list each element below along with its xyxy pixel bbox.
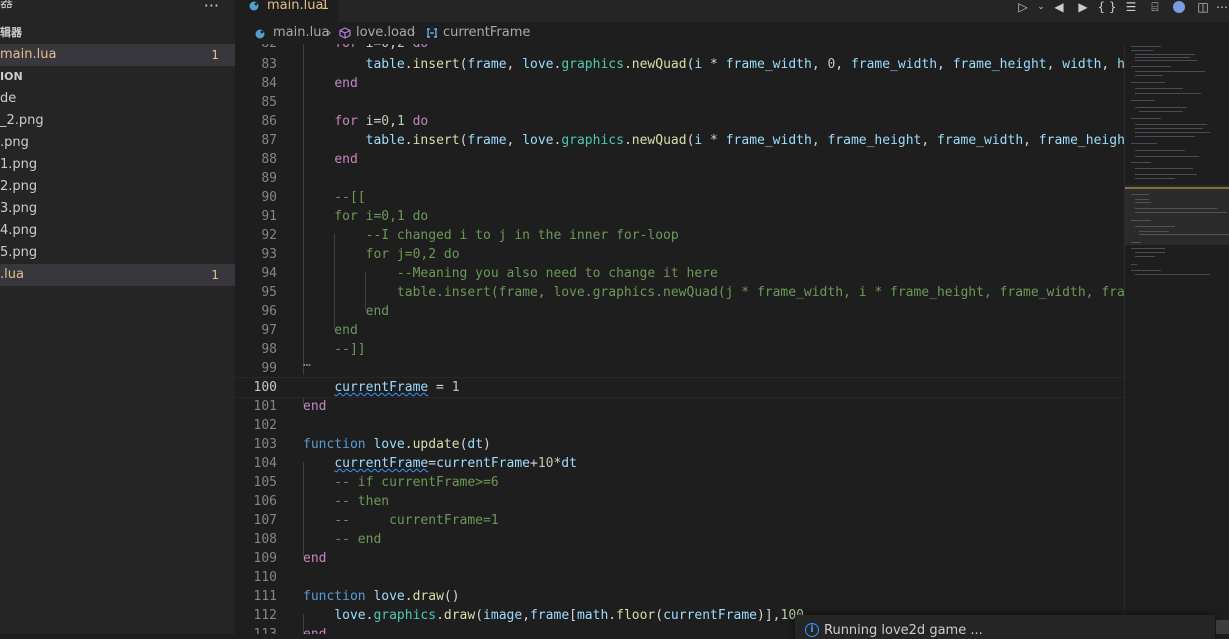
explorer-item[interactable]: 3.png — [0, 198, 235, 220]
terminal-icon[interactable]: ⌸ — [1143, 0, 1167, 14]
code-line-current: 100 currentFrame = 1 — [235, 377, 1124, 398]
code-line-folded[interactable]: 99… — [235, 355, 1124, 378]
sidebar-title: 器 — [0, 0, 14, 11]
code-line: 84 end — [261, 76, 358, 91]
folder-section-header[interactable]: ION — [0, 66, 235, 88]
editor-toolbar: ▷ ⌄ ◀ ▶ { } ☰ ⌸ ◫ ⋯ — [1011, 0, 1229, 14]
code-line: 85 — [261, 95, 277, 110]
braces-icon[interactable]: { } — [1095, 0, 1119, 14]
list-icon[interactable]: ☰ — [1119, 0, 1143, 14]
code-line: 111 function love.draw() — [253, 589, 460, 604]
code-line: 89 — [261, 171, 277, 186]
fold-ellipsis-icon: … — [303, 355, 311, 370]
explorer-item-lua-file[interactable]: .lua 1 — [0, 264, 235, 286]
open-editors-header[interactable]: 辑器 — [0, 22, 235, 44]
code-line: 109 end — [253, 551, 327, 566]
code-line: 104 currentFrame=currentFrame+10*dt — [253, 456, 577, 471]
code-line: 108 -- end — [253, 532, 382, 547]
explorer-item[interactable]: 4.png — [0, 220, 235, 242]
code-line: 102 — [253, 418, 277, 433]
explorer-item[interactable]: de — [0, 88, 235, 110]
code-line: 87 table.insert(frame, love.graphics.new… — [261, 133, 1124, 148]
code-line: 101 end — [253, 399, 327, 414]
minimap[interactable] — [1124, 44, 1229, 634]
step-forward-icon[interactable]: ▶ — [1071, 0, 1095, 14]
code-line: 82 for i=0,2 do — [235, 44, 1124, 53]
dropdown-icon[interactable]: ⌄ — [1035, 0, 1047, 14]
split-icon[interactable]: ◫ — [1191, 0, 1215, 14]
code-line: 107 -- currentFrame=1 — [253, 513, 499, 528]
explorer-item[interactable]: 1.png — [0, 154, 235, 176]
corner-button[interactable] — [1216, 620, 1229, 634]
code-line: 103 function love.update(dt) — [253, 437, 491, 452]
code-line: 83 table.insert(frame, love.graphics.new… — [261, 57, 1124, 72]
code-line: 110 — [253, 570, 277, 585]
step-back-icon[interactable]: ◀ — [1047, 0, 1071, 14]
breadcrumb-file[interactable]: main.lua — [273, 22, 329, 44]
code-line: 91 for i=0,1 do — [261, 209, 429, 224]
module-icon — [339, 27, 351, 39]
code-line: 92 --I changed i to j in the inner for-l… — [261, 228, 679, 243]
open-editor-main-lua[interactable]: main.lua 1 — [0, 44, 235, 66]
explorer-sidebar: 器 ··· 辑器 main.lua 1 ION de _2.png .png 1… — [0, 0, 235, 634]
code-line: 95 table.insert(frame, love.graphics.new… — [261, 285, 1124, 300]
lua-file-icon — [249, 1, 259, 11]
run-icon[interactable]: ▷ — [1011, 0, 1035, 14]
info-icon: i — [805, 623, 819, 637]
code-line: 97 end — [261, 323, 358, 338]
problem-count-badge: 1 — [211, 268, 219, 282]
code-line: 98 --]] — [261, 342, 366, 357]
breadcrumb-symbol-load[interactable]: love.load — [356, 22, 415, 44]
problem-count-badge: 1 — [211, 48, 219, 62]
code-line: 88 end — [261, 152, 358, 167]
code-line: 93 for j=0,2 do — [261, 247, 460, 262]
chevron-right-icon: › — [327, 26, 332, 39]
variable-icon — [427, 28, 437, 38]
code-editor[interactable]: 82 for i=0,2 do 83 table.insert(frame, l… — [235, 44, 1124, 634]
code-line: 96 end — [261, 304, 390, 319]
notification-text: Running love2d game ... — [824, 623, 983, 638]
tab-main-lua[interactable]: main.lua 1 — [235, 0, 338, 22]
notification-toast[interactable]: i Running love2d game ... — [795, 615, 1215, 639]
code-line: 106 -- then — [253, 494, 390, 509]
explorer-item[interactable]: 5.png — [0, 242, 235, 264]
code-line: 105 -- if currentFrame>=6 — [253, 475, 499, 490]
open-editor-label: main.lua — [0, 47, 57, 62]
explorer-item[interactable]: .png — [0, 132, 235, 154]
ellipsis-icon[interactable]: ··· — [204, 0, 219, 15]
tab-bar: main.lua 1 ▷ ⌄ ◀ ▶ { } ☰ ⌸ ◫ ⋯ — [235, 0, 1229, 22]
lua-file-icon — [255, 29, 265, 39]
chevron-right-icon: › — [411, 26, 416, 39]
explorer-item[interactable]: _2.png — [0, 110, 235, 132]
breadcrumb: main.lua › love.load › currentFrame — [235, 22, 1229, 44]
explorer-item[interactable]: 2.png — [0, 176, 235, 198]
code-line: 90 --[[ — [261, 190, 366, 205]
more-icon[interactable]: ⋯ — [1215, 0, 1229, 14]
tab-badge: 1 — [321, 0, 330, 13]
code-line: 94 --Meaning you also need to change it … — [261, 266, 718, 281]
code-line: 86 for i=0,1 do — [261, 114, 429, 129]
minimap-marker — [1125, 187, 1229, 189]
breadcrumb-symbol-currentframe[interactable]: currentFrame — [443, 22, 530, 44]
browser-icon[interactable] — [1167, 0, 1191, 14]
